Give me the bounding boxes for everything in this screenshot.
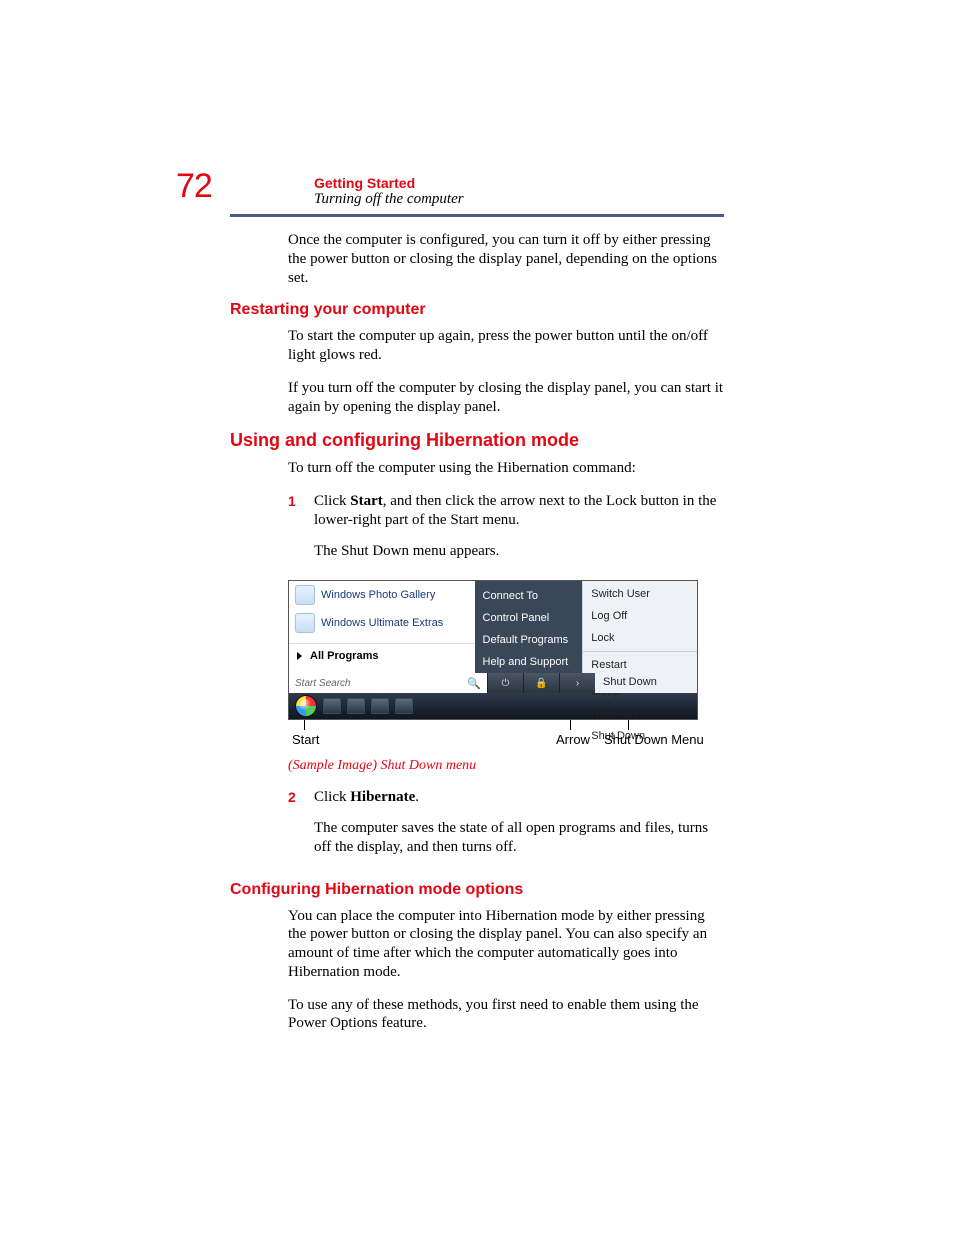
section-subtitle: Turning off the computer — [314, 191, 724, 208]
taskbar-icon[interactable] — [395, 698, 413, 714]
search-placeholder: Start Search — [295, 678, 351, 689]
submenu-log-off[interactable]: Log Off — [583, 605, 697, 627]
callout-start: Start — [292, 732, 319, 747]
menu-item-control-panel[interactable]: Control Panel — [475, 607, 583, 629]
callout-shutdown-menu: Shut Down Menu — [604, 732, 704, 747]
ultimate-extras-icon — [295, 613, 315, 633]
heading-config-hibernation: Configuring Hibernation mode options — [230, 881, 724, 899]
page-number: 72 — [176, 167, 212, 206]
arrow-right-icon — [297, 652, 302, 660]
shutdown-submenu: Switch User Log Off Lock Restart Sleep H… — [582, 581, 697, 673]
figure-shutdown-menu: Windows Photo Gallery Windows Ultimate E… — [288, 580, 698, 754]
callout-line — [304, 720, 305, 730]
start-menu-screenshot: Windows Photo Gallery Windows Ultimate E… — [288, 580, 698, 720]
taskbar-icon[interactable] — [371, 698, 389, 714]
step-1-number: 1 — [288, 492, 314, 572]
start-search-input[interactable]: Start Search 🔍 — [289, 673, 487, 693]
step-2-number: 2 — [288, 788, 314, 868]
callout-line — [628, 720, 629, 730]
shutdown-arrow-button[interactable]: › — [559, 673, 595, 693]
step-1: 1 Click Start, and then click the arrow … — [288, 492, 724, 572]
step-1-bold: Start — [350, 493, 383, 509]
all-programs-label: All Programs — [310, 650, 378, 662]
start-button[interactable] — [295, 695, 317, 717]
submenu-separator — [583, 651, 697, 652]
menu-item-label: Windows Ultimate Extras — [321, 617, 443, 629]
page-header: 72 Getting Started Turning off the compu… — [230, 175, 724, 208]
step-1-text-a: Click — [314, 493, 350, 509]
taskbar-icon[interactable] — [347, 698, 365, 714]
intro-paragraph: Once the computer is configured, you can… — [288, 231, 724, 287]
step-2: 2 Click Hibernate. The computer saves th… — [288, 788, 724, 868]
menu-item-help-support[interactable]: Help and Support — [475, 651, 583, 673]
restart-p2: If you turn off the computer by closing … — [288, 379, 724, 417]
menu-item-ultimate-extras[interactable]: Windows Ultimate Extras — [289, 609, 475, 637]
step-1-p2: The Shut Down menu appears. — [314, 542, 724, 561]
restart-p1: To start the computer up again, press th… — [288, 327, 724, 365]
menu-item-default-programs[interactable]: Default Programs — [475, 629, 583, 651]
page: 72 Getting Started Turning off the compu… — [0, 0, 954, 1107]
photo-gallery-icon — [295, 585, 315, 605]
start-menu-right-column: Connect To Control Panel Default Program… — [475, 581, 583, 673]
shutdown-label: Shut Down — [595, 673, 697, 693]
menu-item-label: Windows Photo Gallery — [321, 589, 435, 601]
figure-callouts: Start Arrow Shut Down Menu — [288, 720, 698, 754]
lock-icon: 🔒 — [535, 678, 547, 689]
chevron-right-icon: › — [576, 678, 579, 689]
lock-button[interactable]: 🔒 — [523, 673, 559, 693]
step-2-bold: Hibernate — [350, 789, 415, 805]
menu-item-connect-to[interactable]: Connect To — [475, 585, 583, 607]
power-button[interactable]: ⏻ — [487, 673, 523, 693]
menu-item-photo-gallery[interactable]: Windows Photo Gallery — [289, 581, 475, 609]
submenu-switch-user[interactable]: Switch User — [583, 583, 697, 605]
heading-hibernation: Using and configuring Hibernation mode — [230, 430, 724, 451]
heading-restart: Restarting your computer — [230, 301, 724, 319]
step-1-body: Click Start, and then click the arrow ne… — [314, 492, 724, 572]
step-2-text-a: Click — [314, 789, 350, 805]
figure-caption: (Sample Image) Shut Down menu — [288, 758, 724, 774]
submenu-lock[interactable]: Lock — [583, 627, 697, 649]
callout-line — [570, 720, 571, 730]
power-icon: ⏻ — [502, 678, 510, 689]
callout-arrow: Arrow — [556, 732, 590, 747]
chapter-title: Getting Started — [314, 175, 724, 191]
start-menu-left-panel: Windows Photo Gallery Windows Ultimate E… — [289, 581, 475, 673]
search-icon: 🔍 — [467, 677, 481, 690]
hibernate-intro: To turn off the computer using the Hiber… — [288, 459, 724, 478]
step-2-body: Click Hibernate. The computer saves the … — [314, 788, 724, 868]
taskbar-icon[interactable] — [323, 698, 341, 714]
all-programs[interactable]: All Programs — [289, 643, 475, 668]
step-2-p2: The computer saves the state of all open… — [314, 819, 724, 857]
config-p1: You can place the computer into Hibernat… — [288, 907, 724, 982]
step-2-text-c: . — [415, 789, 419, 805]
header-rule — [230, 214, 724, 217]
config-p2: To use any of these methods, you first n… — [288, 996, 724, 1034]
